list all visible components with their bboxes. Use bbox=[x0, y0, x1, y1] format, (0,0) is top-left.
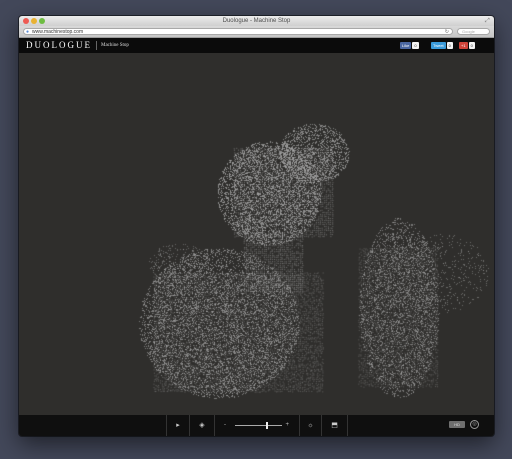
export-button[interactable]: ⬒ bbox=[321, 415, 348, 436]
site-header: DUOLOGUE Machine Stop Like 0 Tweet 0 +1 0 bbox=[19, 38, 494, 53]
google-plus-button[interactable]: +1 0 bbox=[459, 42, 475, 49]
site-logo[interactable]: DUOLOGUE bbox=[26, 38, 92, 53]
search-field[interactable]: Google bbox=[457, 28, 490, 35]
gyro-icon: ◈ bbox=[199, 422, 205, 429]
url-text[interactable]: www.machinestop.com bbox=[32, 29, 83, 35]
search-placeholder: Google bbox=[462, 29, 475, 34]
address-bar: ● www.machinestop.com ↻ Google bbox=[19, 26, 494, 38]
tweet-count: 0 bbox=[446, 42, 453, 49]
tweet-label[interactable]: Tweet bbox=[431, 42, 446, 49]
shutter-button[interactable]: ◎ bbox=[470, 420, 479, 429]
title-bar[interactable]: Duologue - Machine Stop ⤢ bbox=[19, 16, 494, 26]
player-controls: ▸ ◈ - + ☼ ⬒ HD ◎ bbox=[19, 415, 494, 436]
gplus-label[interactable]: +1 bbox=[459, 42, 468, 49]
like-label[interactable]: Like bbox=[400, 42, 412, 49]
gplus-count: 0 bbox=[468, 42, 475, 49]
facebook-like-button[interactable]: Like 0 bbox=[400, 42, 419, 49]
url-field[interactable]: ● www.machinestop.com ↻ bbox=[23, 28, 453, 35]
light-button[interactable]: ☼ bbox=[299, 415, 321, 436]
globe-icon: ● bbox=[26, 29, 30, 35]
header-divider bbox=[96, 41, 97, 50]
play-button[interactable]: ▸ bbox=[166, 415, 189, 436]
window-title: Duologue - Machine Stop bbox=[222, 18, 291, 24]
gyro-button[interactable]: ◈ bbox=[189, 415, 214, 436]
point-cloud-viewport[interactable] bbox=[19, 53, 494, 415]
zoom-in-button[interactable]: + bbox=[285, 415, 289, 436]
fullscreen-icon[interactable]: ⤢ bbox=[485, 18, 491, 24]
like-count: 0 bbox=[412, 42, 419, 49]
tweet-button[interactable]: Tweet 0 bbox=[431, 42, 453, 49]
zoom-slider[interactable] bbox=[235, 422, 282, 429]
export-icon: ⬒ bbox=[331, 422, 338, 429]
browser-window: Duologue - Machine Stop ⤢ ● www.machines… bbox=[19, 16, 494, 436]
zoom-slider-thumb[interactable] bbox=[266, 422, 268, 429]
shutter-icon: ◎ bbox=[472, 421, 477, 427]
reload-icon[interactable]: ↻ bbox=[445, 29, 449, 35]
site-subtitle: Machine Stop bbox=[101, 43, 129, 48]
zoom-control: - + bbox=[214, 415, 299, 436]
light-icon: ☼ bbox=[307, 422, 314, 429]
hd-toggle-button[interactable]: HD bbox=[449, 421, 465, 428]
play-icon: ▸ bbox=[176, 422, 180, 429]
zoom-out-button[interactable]: - bbox=[224, 415, 226, 436]
